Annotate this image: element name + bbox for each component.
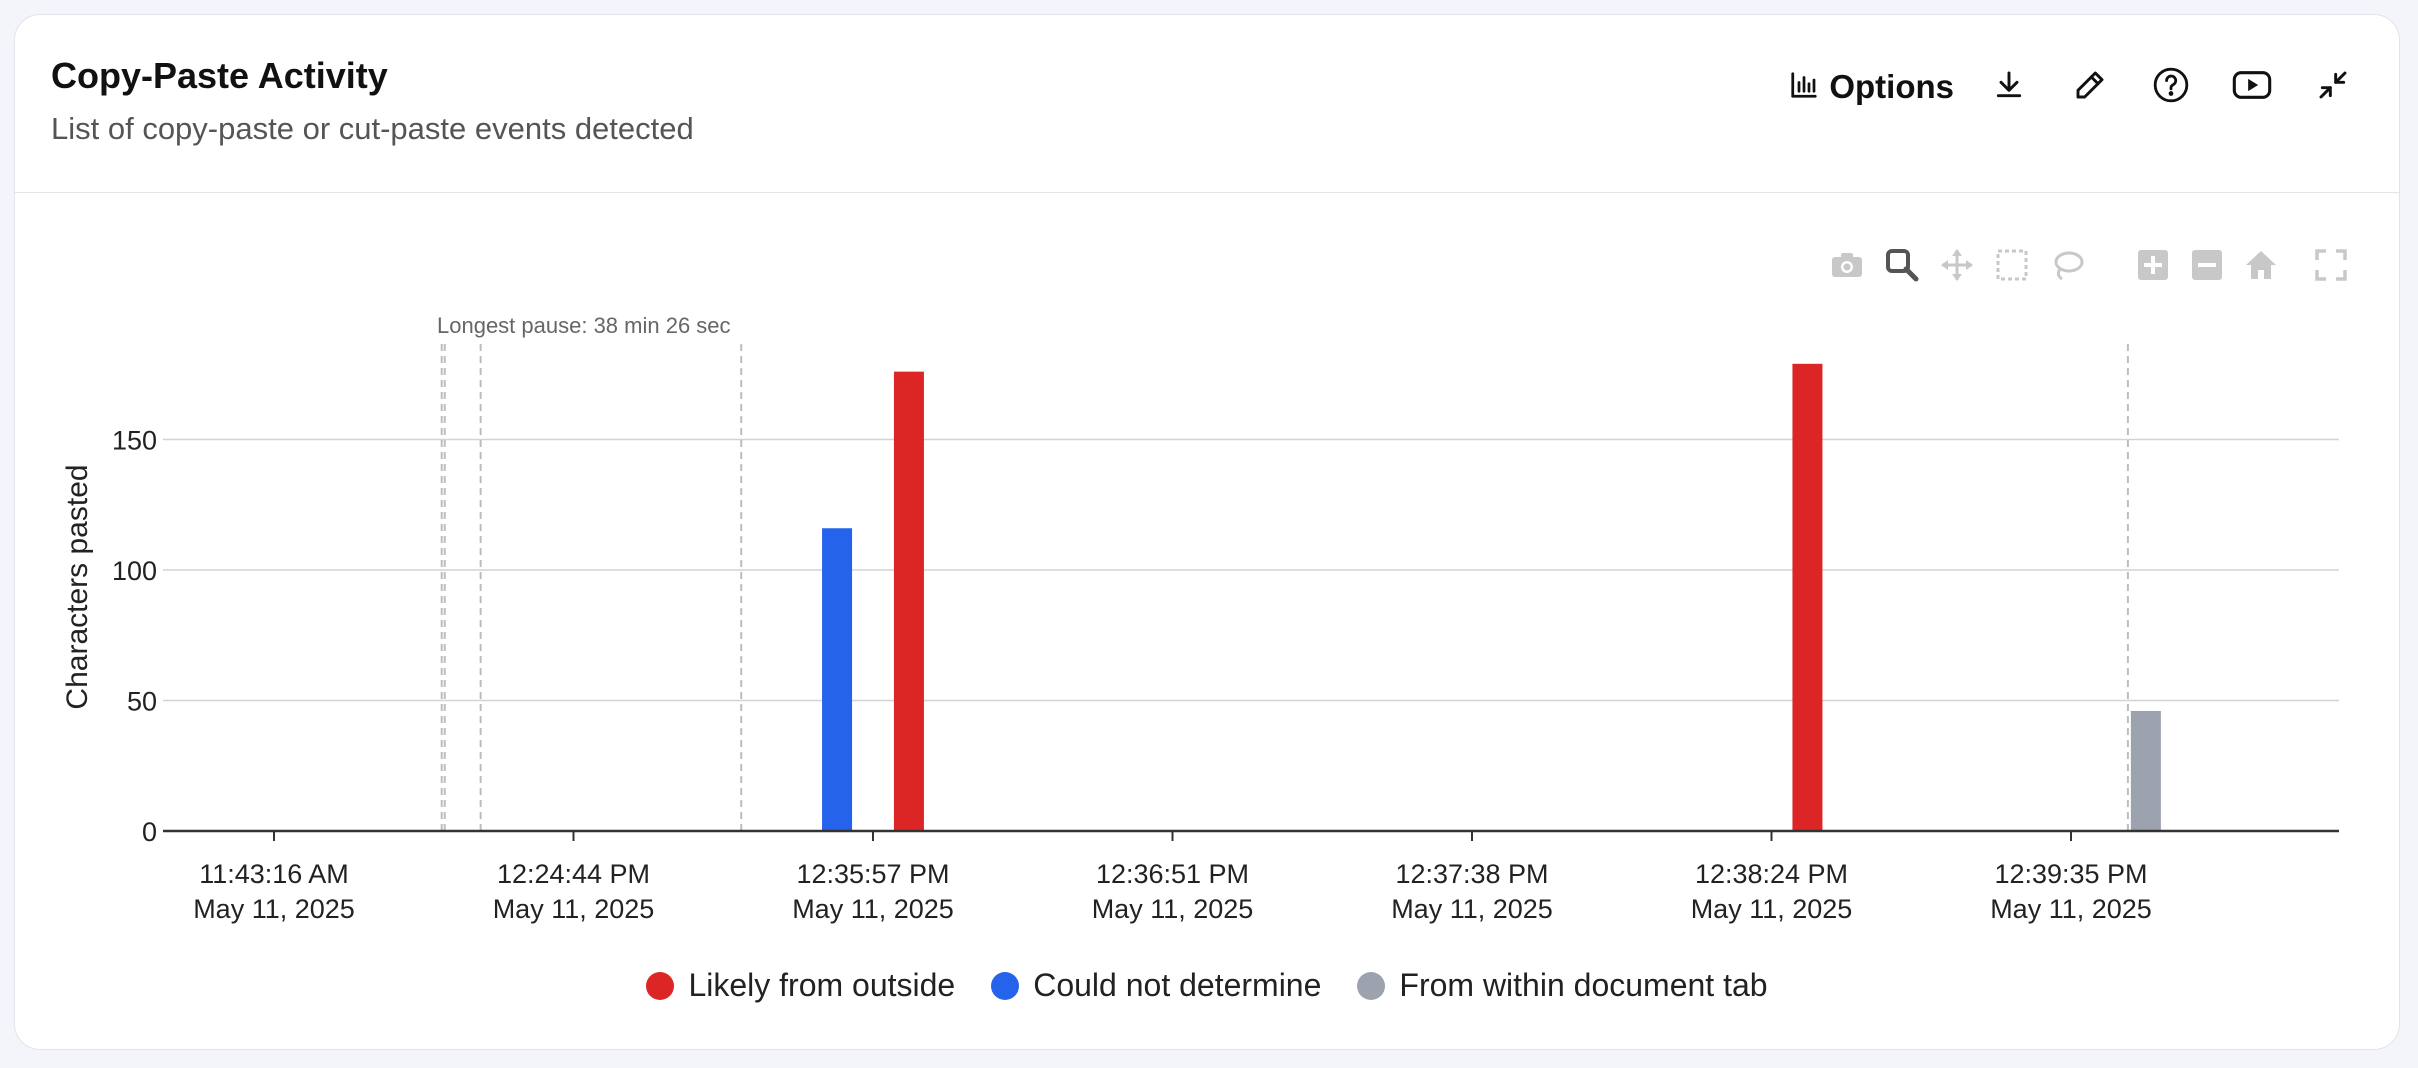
autoscale-icon[interactable] xyxy=(2315,249,2347,281)
bar[interactable] xyxy=(1792,363,1823,831)
x-tick-label-date: May 11, 2025 xyxy=(1391,894,1553,924)
reset-axes-icon[interactable] xyxy=(2246,251,2276,279)
legend-label: Likely from outside xyxy=(688,967,956,1003)
y-tick-label: 0 xyxy=(142,817,157,847)
zoom-icon[interactable] xyxy=(1886,249,1919,282)
pause-annotation: Longest pause: 38 min 26 sec xyxy=(437,313,731,338)
y-tick-label: 150 xyxy=(112,426,157,456)
bar[interactable] xyxy=(822,528,853,831)
y-tick-label: 100 xyxy=(112,556,157,586)
x-tick-label-date: May 11, 2025 xyxy=(193,894,355,924)
x-tick-label-time: 11:43:16 AM xyxy=(199,859,349,889)
box-select-icon[interactable] xyxy=(1996,249,2028,281)
chart-svg: 0 50 100 150 Longest pause: 38 min 26 sec 11:… xyxy=(61,249,2347,924)
x-tick-label-time: 12:37:38 PM xyxy=(1395,859,1548,889)
legend-marker xyxy=(1357,971,1386,1000)
x-tick-label-date: May 11, 2025 xyxy=(1990,894,2152,924)
bar[interactable] xyxy=(2130,710,2161,831)
pan-icon[interactable] xyxy=(1941,249,1973,281)
y-axis-title: Characters pasted xyxy=(61,464,94,709)
zoom-out-icon[interactable] xyxy=(2192,250,2222,280)
bar[interactable] xyxy=(893,371,924,831)
x-tick-label-date: May 11, 2025 xyxy=(792,894,954,924)
legend-label: Could not determine xyxy=(1033,967,1322,1003)
legend-item[interactable]: From within document tab xyxy=(1357,967,1768,1004)
x-tick-label-time: 12:38:24 PM xyxy=(1695,859,1848,889)
camera-icon[interactable] xyxy=(1832,253,1862,277)
lasso-select-icon[interactable] xyxy=(2054,251,2084,281)
x-tick-label-date: May 11, 2025 xyxy=(1691,894,1853,924)
chart-area: 0 50 100 150 Longest pause: 38 min 26 sec 11:… xyxy=(15,15,2399,1049)
chart-legend: Likely from outside Could not determine Fr… xyxy=(15,967,2399,1004)
x-tick-label-time: 12:24:44 PM xyxy=(497,859,650,889)
x-tick-label-date: May 11, 2025 xyxy=(1092,894,1254,924)
legend-marker xyxy=(646,971,675,1000)
legend-label: From within document tab xyxy=(1399,967,1768,1003)
legend-marker xyxy=(991,971,1020,1000)
x-tick-label-time: 12:39:35 PM xyxy=(1994,859,2147,889)
x-tick-label-date: May 11, 2025 xyxy=(493,894,655,924)
zoom-in-icon[interactable] xyxy=(2138,250,2168,280)
chart-card: Copy-Paste Activity List of copy-paste o… xyxy=(14,14,2400,1050)
x-tick-label-time: 12:35:57 PM xyxy=(796,859,949,889)
legend-item[interactable]: Could not determine xyxy=(991,967,1321,1004)
y-tick-label: 50 xyxy=(127,687,157,717)
x-tick-label-time: 12:36:51 PM xyxy=(1096,859,1249,889)
legend-item[interactable]: Likely from outside xyxy=(646,967,955,1004)
